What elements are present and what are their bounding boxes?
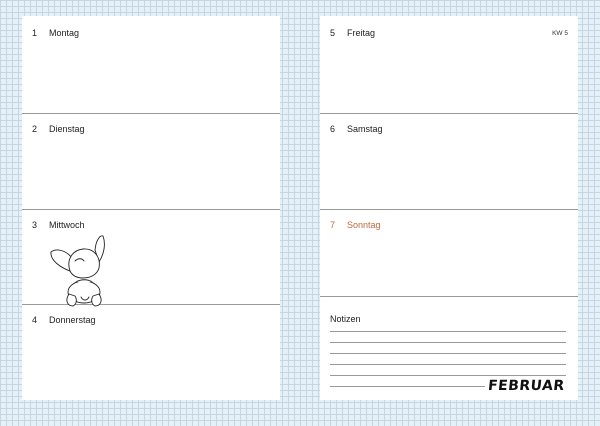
- day-number: 2: [32, 124, 38, 134]
- day-number: 1: [32, 28, 38, 38]
- day-divider: [320, 209, 578, 210]
- right-planner-page: KW 5 5 Freitag 6 Samstag 7 Sonntag Notiz…: [320, 16, 578, 400]
- day-number: 5: [330, 28, 336, 38]
- note-line: [330, 353, 566, 354]
- day-divider: [320, 113, 578, 114]
- day-name: Sonntag: [347, 220, 381, 230]
- day-number: 6: [330, 124, 336, 134]
- note-line: [330, 331, 566, 332]
- notes-section[interactable]: Notizen FEBRUAR: [320, 301, 578, 400]
- day-name: Montag: [49, 28, 80, 38]
- day-divider: [22, 209, 280, 210]
- note-line: [330, 364, 566, 365]
- month-logo: FEBRUAR: [484, 378, 569, 394]
- notes-title: Notizen: [330, 314, 361, 324]
- day-number: 7: [330, 220, 336, 230]
- day-name: Freitag: [347, 28, 376, 38]
- left-planner-page: 1 Montag 2 Dienstag 3 Mittwoch 4 Donners…: [22, 16, 280, 400]
- note-line: [330, 342, 566, 343]
- day-name: Donnerstag: [49, 315, 96, 325]
- day-name: Dienstag: [49, 124, 85, 134]
- day-name: Samstag: [347, 124, 383, 134]
- stitch-character-illustration: [50, 235, 105, 307]
- day-number: 4: [32, 315, 38, 325]
- day-divider: [22, 113, 280, 114]
- note-line: [330, 375, 566, 376]
- day-number: 3: [32, 220, 38, 230]
- week-number-label: KW 5: [552, 30, 568, 37]
- day-divider: [320, 296, 578, 297]
